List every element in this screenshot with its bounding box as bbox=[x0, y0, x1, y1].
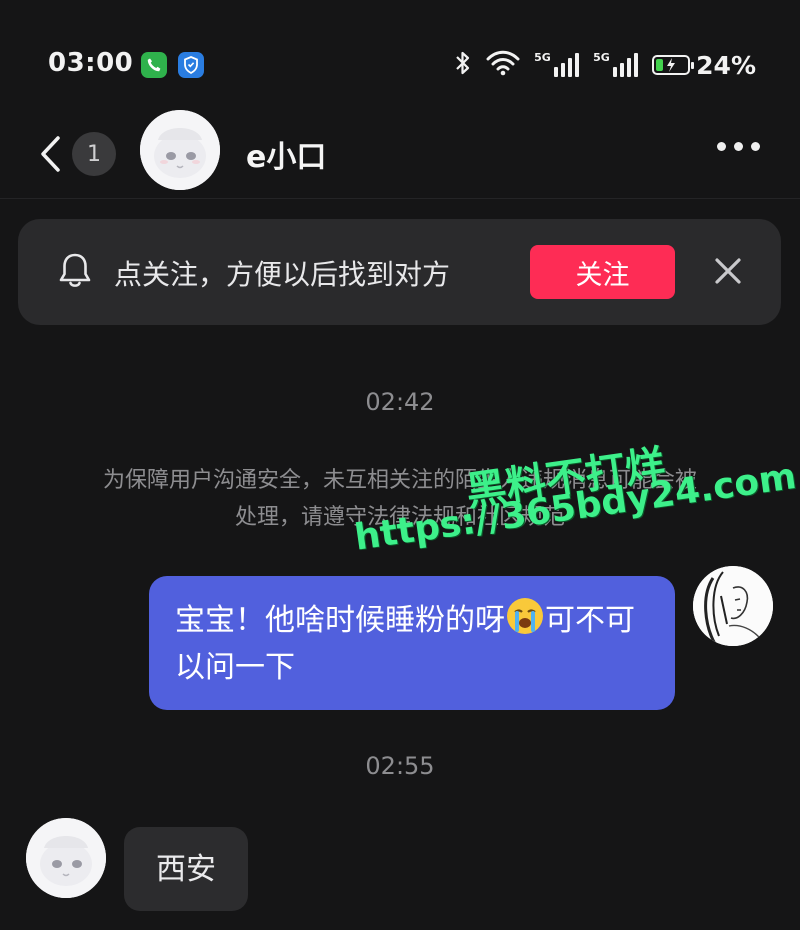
outgoing-message-text: 宝宝！他啥时候睡粉的呀 bbox=[175, 603, 505, 638]
my-avatar[interactable] bbox=[693, 566, 773, 646]
more-options-button[interactable] bbox=[717, 142, 760, 151]
signal-2-label: 5G bbox=[593, 51, 610, 64]
message-timestamp: 02:42 bbox=[365, 388, 435, 416]
contact-message-avatar[interactable] bbox=[26, 818, 106, 898]
contact-name[interactable]: e小口 bbox=[246, 132, 326, 176]
bluetooth-icon bbox=[454, 50, 472, 80]
battery-icon bbox=[652, 55, 695, 75]
follow-banner: 点关注，方便以后找到对方 关注 bbox=[18, 219, 781, 325]
phone-app-icon bbox=[141, 52, 167, 78]
more-dot-icon bbox=[717, 142, 726, 151]
message-timestamp: 02:55 bbox=[365, 752, 435, 780]
more-dot-icon bbox=[751, 142, 760, 151]
system-notice: 为保障用户沟通安全，未互相关注的陌生人违规消息可能会被处理，请遵守法律法规和社区… bbox=[102, 468, 697, 530]
unread-count-badge: 1 bbox=[72, 132, 116, 176]
chevron-left-icon bbox=[41, 136, 60, 172]
status-time: 03:00 bbox=[48, 48, 134, 78]
incoming-message-bubble[interactable]: 西安 bbox=[124, 827, 248, 911]
outgoing-message-bubble[interactable]: 宝宝！他啥时候睡粉的呀 可不可以问一下 bbox=[149, 576, 675, 710]
follow-prompt-text: 点关注，方便以后找到对方 bbox=[114, 258, 451, 291]
more-dot-icon bbox=[734, 142, 743, 151]
battery-percent: 24% bbox=[696, 50, 756, 80]
header-divider bbox=[0, 198, 800, 199]
shield-app-icon bbox=[178, 52, 204, 78]
cellular-signal-1-icon: 5G bbox=[534, 51, 580, 77]
contact-avatar[interactable] bbox=[140, 110, 220, 190]
cellular-signal-2-icon: 5G bbox=[593, 51, 639, 77]
bell-icon bbox=[58, 252, 92, 294]
battery-fill bbox=[656, 59, 664, 71]
chat-header: 1 e小口 bbox=[0, 108, 800, 198]
battery-indicator: 24% bbox=[652, 51, 756, 80]
signal-1-label: 5G bbox=[534, 51, 551, 64]
wifi-icon bbox=[486, 50, 520, 80]
loudly-crying-face-icon bbox=[505, 596, 545, 636]
close-icon bbox=[715, 258, 741, 284]
follow-button[interactable]: 关注 bbox=[530, 245, 675, 299]
status-bar: 03:00 5G 5G 24% bbox=[0, 0, 800, 120]
close-banner-button[interactable] bbox=[712, 255, 744, 287]
